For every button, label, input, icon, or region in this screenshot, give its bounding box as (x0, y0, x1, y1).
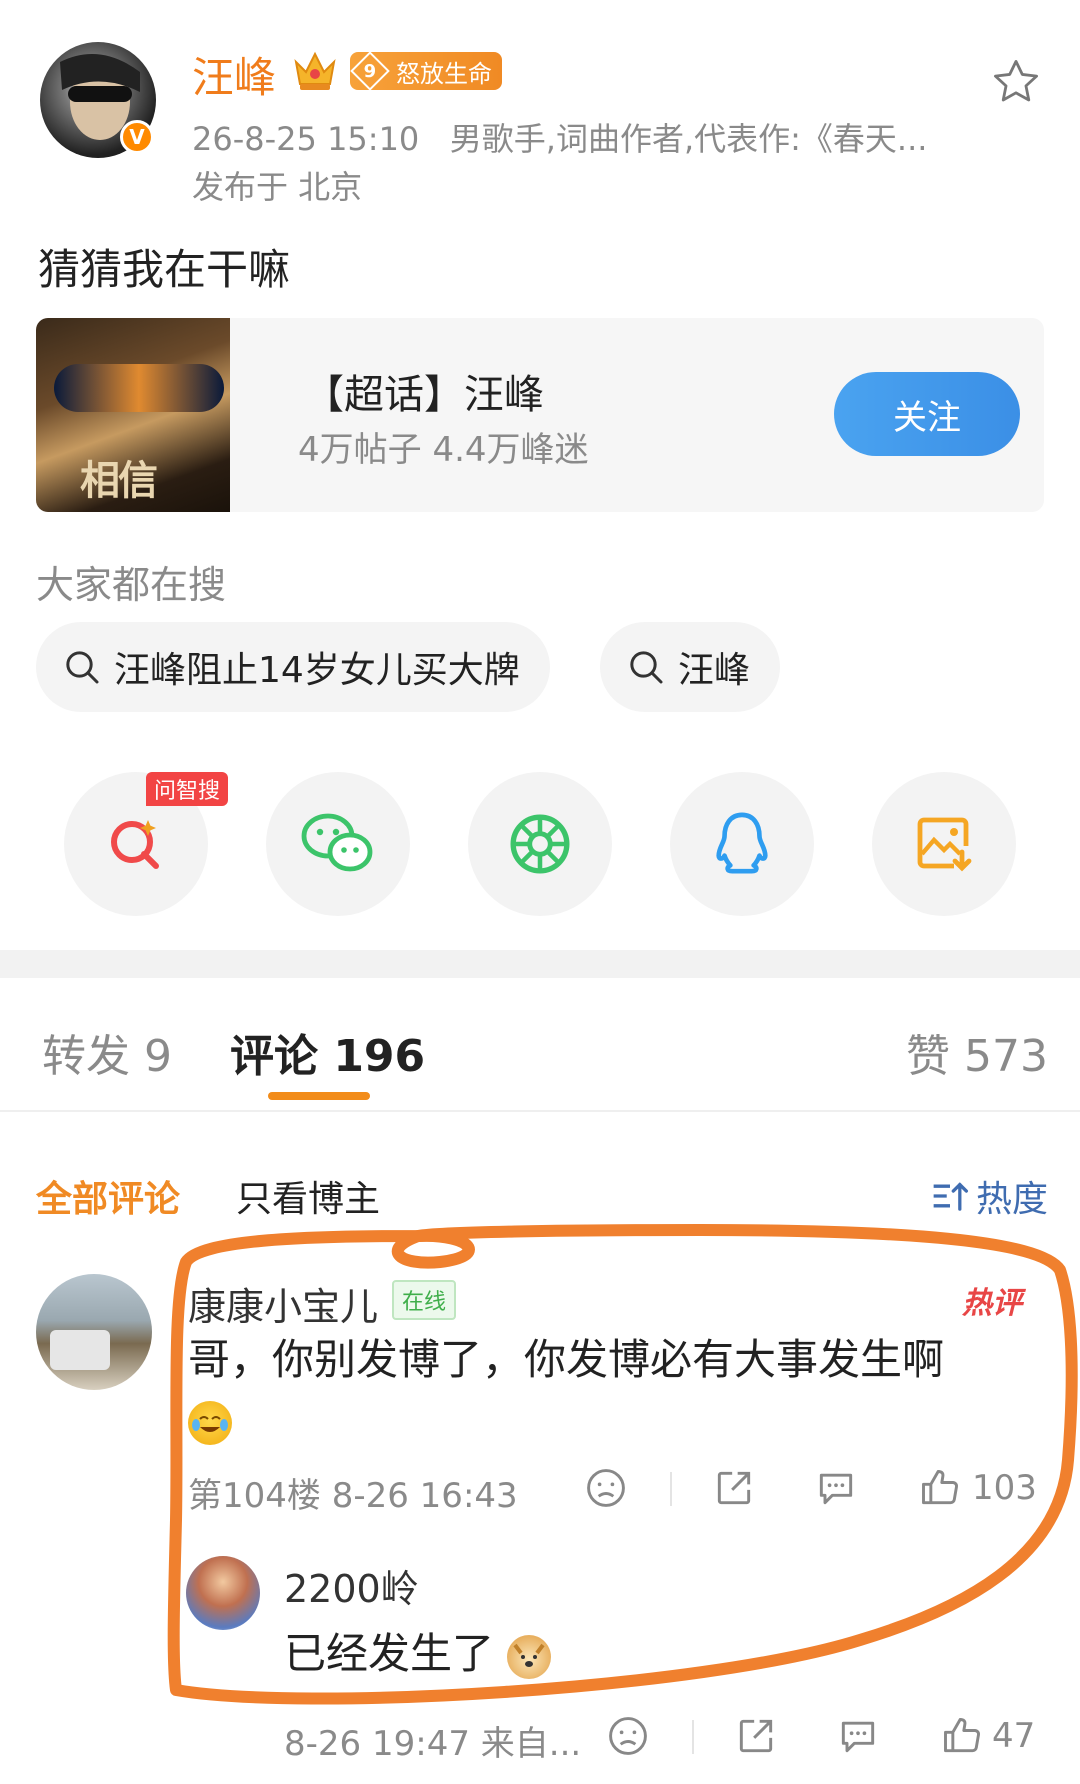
dislike-button[interactable] (584, 1466, 628, 1510)
dislike-face-icon (609, 1717, 647, 1755)
vip-badge[interactable]: 9 怒放生命 (350, 51, 502, 91)
post-location: 发布于 北京 (192, 168, 363, 206)
reply-text: 已经发生了 (284, 1620, 552, 1681)
tab-comments[interactable]: 评论 196 (230, 1020, 425, 1084)
active-tab-indicator (268, 1092, 370, 1100)
tab-repost[interactable]: 转发 9 (42, 1020, 172, 1084)
dislike-face-icon (587, 1469, 625, 1507)
author-bio: 男歌手,词曲作者,代表作:《春天... (449, 120, 928, 158)
action-divider (692, 1720, 694, 1754)
commenter-avatar[interactable] (36, 1274, 152, 1390)
trending-search-label: 大家都在搜 (36, 563, 227, 607)
comment-floor-time: 第104楼 8-26 16:43 (188, 1476, 518, 1516)
search-chip-2[interactable]: 汪峰 (600, 622, 781, 712)
sort-icon (933, 1182, 968, 1211)
online-badge: 在线 (392, 1280, 457, 1320)
replier-avatar[interactable] (186, 1556, 260, 1630)
commenter-name[interactable]: 康康小宝儿 (188, 1276, 378, 1331)
action-divider (670, 1472, 672, 1506)
favorite-star-icon[interactable] (990, 56, 1042, 108)
comment-bubble-icon (841, 1721, 875, 1753)
verified-badge-icon: V (120, 120, 154, 154)
reply-dislike-button[interactable] (606, 1714, 650, 1758)
filter-all-comments[interactable]: 全部评论 (36, 1170, 180, 1222)
thumbs-up-icon (922, 1470, 958, 1505)
share-icon (717, 1471, 751, 1505)
reply-time-source: 8-26 19:47 来自... (284, 1724, 582, 1764)
sort-button[interactable]: 热度 (930, 1170, 1048, 1222)
reply-like-button[interactable]: 47 (940, 1714, 1035, 1758)
supertopic-card[interactable]: 相信 【超话】汪峰 4万帖子 4.4万峰迷 关注 (36, 318, 1044, 512)
share-moments-button[interactable] (468, 772, 612, 916)
save-image-icon (917, 817, 972, 872)
wechat-icon (301, 813, 373, 872)
reply-like-count: 47 (992, 1716, 1036, 1756)
crown-icon (292, 48, 338, 92)
replier-name[interactable]: 2200岭 (284, 1558, 419, 1613)
share-qq-button[interactable] (670, 772, 814, 916)
tab-likes[interactable]: 赞 573 (906, 1020, 1048, 1084)
filter-author-only[interactable]: 只看博主 (236, 1170, 380, 1222)
thumbs-up-icon (944, 1718, 980, 1753)
save-image-button[interactable] (872, 772, 1016, 916)
supertopic-title: 【超话】汪峰 (304, 372, 544, 418)
search-chip-1[interactable]: 汪峰阻止14岁女儿买大牌 (36, 622, 550, 712)
doge-emoji-icon (507, 1634, 552, 1679)
reply-button[interactable] (814, 1466, 858, 1510)
reply-comment-button[interactable] (836, 1714, 880, 1758)
supertopic-cover-image: 相信 (36, 318, 230, 512)
comment-text: 哥，你别发博了，你发博必有大事发生啊 (188, 1330, 1048, 1450)
hot-comment-badge: 热评 (962, 1286, 1022, 1321)
section-divider (0, 950, 1080, 978)
moments-icon (510, 814, 570, 874)
supertopic-stats: 4万帖子 4.4万峰迷 (298, 430, 589, 470)
post-meta: 26-8-25 15:10 男歌手,词曲作者,代表作:《春天... (192, 114, 927, 160)
comment-like-count: 103 (972, 1468, 1037, 1508)
tab-divider (0, 1110, 1080, 1112)
search-icon (630, 651, 663, 684)
post-timestamp: 26-8-25 15:10 (192, 120, 420, 158)
share-wechat-button[interactable] (266, 772, 410, 916)
ai-search-tag: 问智搜 (146, 772, 229, 806)
ai-search-icon (111, 820, 159, 869)
share-icon (739, 1719, 773, 1753)
share-comment-button[interactable] (712, 1466, 756, 1510)
follow-button[interactable]: 关注 (834, 372, 1020, 456)
comment-bubble-icon (819, 1473, 853, 1505)
search-icon (66, 651, 99, 684)
post-text: 猜猜我在干嘛 (38, 245, 291, 294)
reply-share-button[interactable] (734, 1714, 778, 1758)
author-name[interactable]: 汪峰 (192, 44, 276, 105)
like-comment-button[interactable]: 103 (918, 1466, 1037, 1510)
qq-icon (716, 812, 768, 874)
vip-label: 怒放生命 (396, 59, 492, 88)
laugh-cry-emoji-icon (188, 1400, 232, 1445)
vip-level-icon: 9 (350, 51, 390, 91)
